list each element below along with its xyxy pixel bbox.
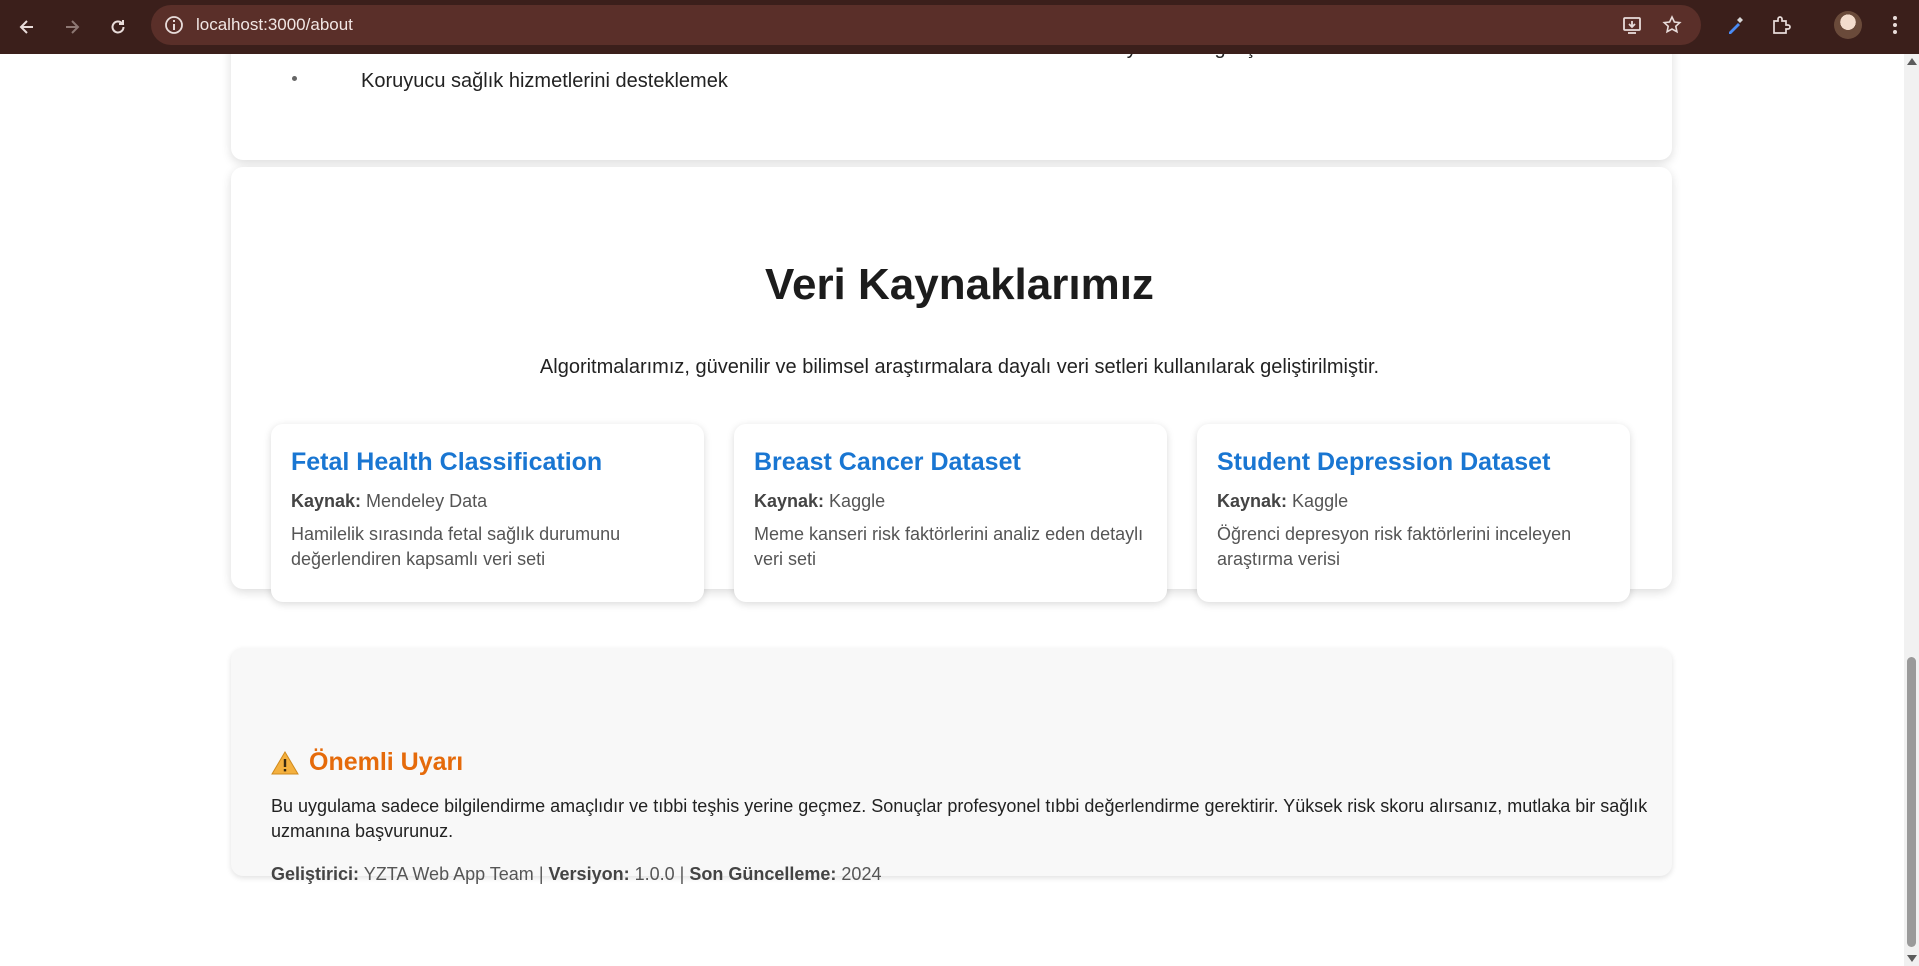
dataset-source: Kaynak: Kaggle [1217,491,1610,512]
data-sources-title: Veri Kaynaklarımız [765,260,1154,309]
warning-text: Bu uygulama sadece bilgilendirme amaçlıd… [271,796,1648,841]
back-button[interactable] [12,12,42,42]
source-label: Kaynak: [1217,491,1288,511]
more-menu-icon[interactable] [1883,13,1907,37]
page-scrollbar[interactable] [1904,54,1919,966]
dataset-card: Fetal Health Classification Kaynak: Mend… [271,424,704,602]
source-label: Kaynak: [754,491,825,511]
scrollbar-thumb[interactable] [1907,657,1916,947]
browser-toolbar: localhost:3000/about [0,0,1919,54]
source-value: Kaggle [1292,491,1349,511]
dataset-title: Fetal Health Classification [291,448,603,476]
extensions-puzzle-icon[interactable] [1769,13,1793,37]
source-label: Kaynak: [291,491,362,511]
app-meta: Geliştirici: YZTA Web App Team | Versiyo… [271,864,881,885]
site-info-icon[interactable] [163,14,185,36]
forward-button[interactable] [57,12,87,42]
arrow-left-icon [19,20,33,34]
dataset-title: Student Depression Dataset [1217,448,1551,476]
dataset-card: Breast Cancer Dataset Kaynak: Kaggle Mem… [734,424,1167,602]
developer-value: YZTA Web App Team [363,864,534,884]
url-text: localhost:3000/about [196,15,353,34]
warning-triangle-icon [271,750,299,774]
reload-button[interactable] [103,12,133,42]
warning-title: Önemli Uyarı [309,748,464,776]
separator: | [679,864,685,884]
warning-header: Önemli Uyarı [271,748,463,777]
address-bar[interactable]: localhost:3000/about [151,5,1701,45]
data-sources-subtitle: Algoritmalarımız, güvenilir ve bilimsel … [539,356,1380,378]
arrow-right-icon [66,20,80,34]
scroll-down-arrow-icon[interactable] [1907,955,1917,962]
install-app-icon[interactable] [1621,14,1643,36]
reload-icon [111,20,125,34]
dataset-title: Breast Cancer Dataset [754,448,1021,476]
developer-label: Geliştirici: [271,864,360,884]
updated-value: 2024 [841,864,882,884]
eyedropper-extension-icon[interactable] [1723,13,1747,37]
source-value: Mendeley Data [366,491,488,511]
dataset-source: Kaynak: Mendeley Data [291,491,684,512]
version-value: 1.0.0 [634,864,675,884]
bookmark-star-icon[interactable] [1661,14,1683,36]
dataset-description: Öğrenci depresyon risk faktörlerini ince… [1217,524,1572,569]
profile-avatar[interactable] [1834,11,1862,39]
bullet-marker [292,76,297,81]
mission-bullet: Koruyucu sağlık hizmetlerini desteklemek [361,70,728,92]
dataset-card: Student Depression Dataset Kaynak: Kaggl… [1197,424,1630,602]
updated-label: Son Güncelleme: [689,864,837,884]
dataset-description: Meme kanseri risk faktörlerini analiz ed… [754,524,1144,569]
separator: | [538,864,544,884]
version-label: Versiyon: [548,864,630,884]
dataset-description: Hamilelik sırasında fetal sağlık durumun… [291,524,621,569]
scroll-up-arrow-icon[interactable] [1907,58,1917,65]
dataset-source: Kaynak: Kaggle [754,491,1147,512]
source-value: Kaggle [829,491,886,511]
